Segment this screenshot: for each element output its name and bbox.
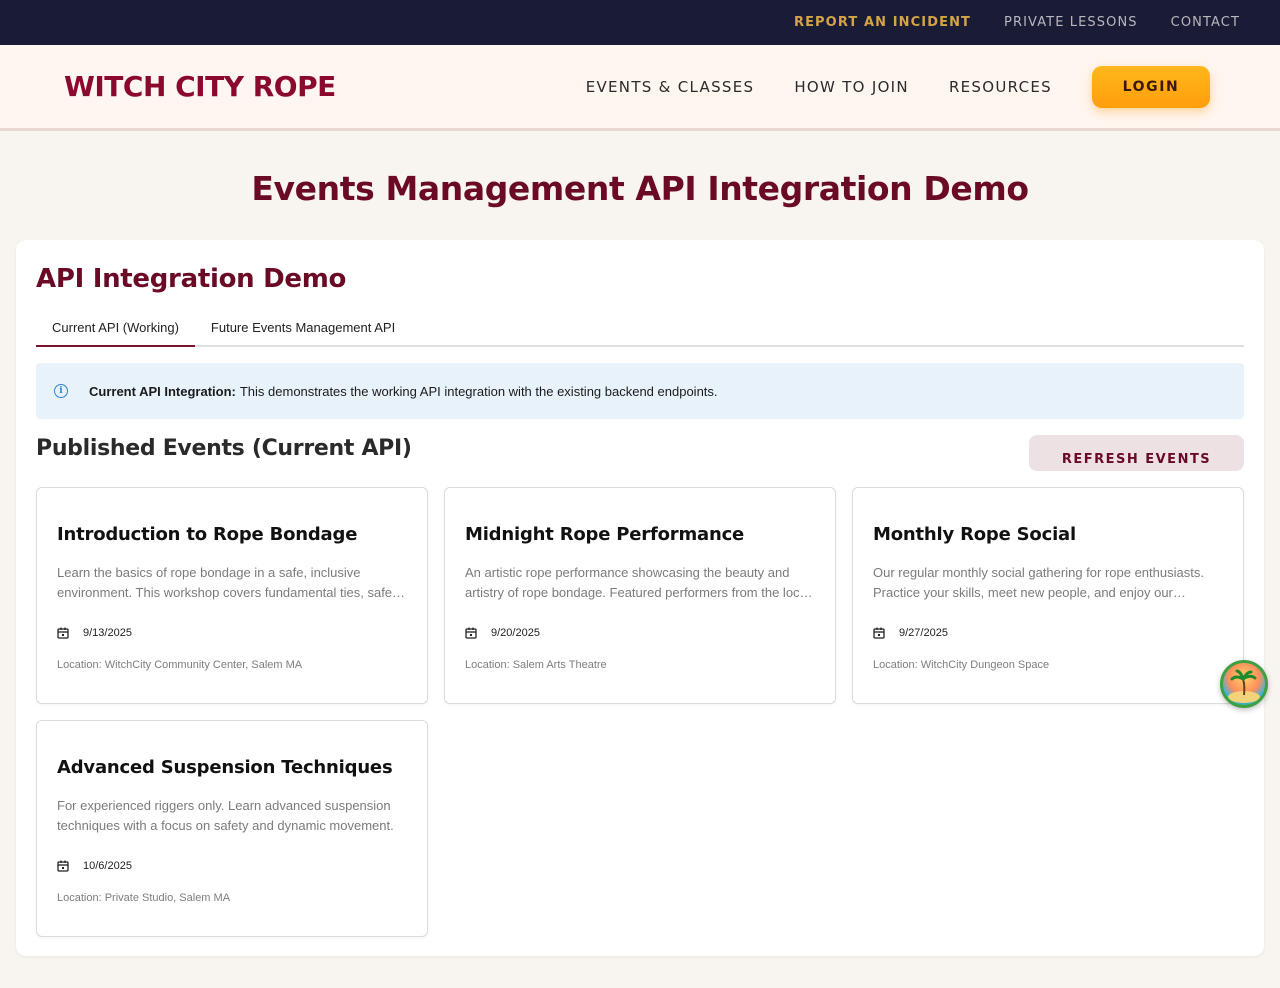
tab-future-api[interactable]: Future Events Management API (195, 314, 411, 347)
refresh-events-label: REFRESH EVENTS (1061, 451, 1212, 467)
alert-text: This demonstrates the working API integr… (239, 383, 718, 399)
event-date: 10/6/2025 (83, 860, 132, 872)
event-location: Location: Salem Arts Theatre (465, 659, 607, 671)
event-date-row: 9/27/2025 (873, 627, 1223, 639)
event-location: Location: WitchCity Dungeon Space (873, 659, 1050, 671)
nav-resources[interactable]: RESOURCES (949, 78, 1052, 96)
demo-title: API Integration Demo (36, 264, 347, 294)
calendar-icon (465, 627, 477, 639)
calendar-icon (57, 860, 69, 872)
event-card[interactable]: Introduction to Rope Bondage Learn the b… (36, 487, 428, 704)
main-header: WITCH CITY ROPE EVENTS & CLASSES HOW TO … (0, 45, 1280, 131)
utility-bar: REPORT AN INCIDENT PRIVATE LESSONS CONTA… (0, 0, 1280, 45)
event-date: 9/27/2025 (899, 627, 948, 639)
nav-events-classes[interactable]: EVENTS & CLASSES (586, 78, 755, 96)
event-title: Monthly Rope Social (873, 524, 1076, 545)
alert-title: Current API Integration: (89, 383, 236, 399)
event-title: Midnight Rope Performance (465, 524, 745, 545)
event-date: 9/13/2025 (83, 627, 132, 639)
event-description: Our regular monthly social gathering for… (873, 565, 1204, 600)
event-location: Location: Private Studio, Salem MA (57, 892, 231, 904)
nav-how-to-join[interactable]: HOW TO JOIN (794, 78, 909, 96)
tab-bar: Current API (Working) Future Events Mana… (36, 314, 1244, 347)
private-lessons-link[interactable]: PRIVATE LESSONS (1004, 15, 1138, 30)
contact-link[interactable]: CONTACT (1171, 15, 1240, 30)
section-title: Published Events (Current API) (36, 436, 412, 461)
event-date-row: 9/20/2025 (465, 627, 815, 639)
event-date-row: 10/6/2025 (57, 860, 407, 872)
info-icon: i (54, 384, 68, 398)
calendar-icon (873, 627, 885, 639)
event-description: For experienced riggers only. Learn adva… (57, 798, 394, 833)
page-title: Events Management API Integration Demo (251, 169, 1029, 208)
event-title: Advanced Suspension Techniques (57, 757, 393, 778)
event-description: Learn the basics of rope bondage in a sa… (57, 565, 405, 600)
event-date-row: 9/13/2025 (57, 627, 407, 639)
login-button[interactable]: LOGIN (1092, 65, 1210, 108)
beach-island-icon[interactable] (1220, 660, 1268, 708)
main-nav: EVENTS & CLASSES HOW TO JOIN RESOURCES L… (586, 65, 1210, 108)
info-alert: i Current API Integration: This demonstr… (36, 363, 1244, 419)
brand-logo[interactable]: WITCH CITY ROPE (64, 70, 336, 103)
event-location: Location: WitchCity Community Center, Sa… (57, 659, 303, 671)
event-title: Introduction to Rope Bondage (57, 524, 358, 545)
refresh-events-button[interactable]: REFRESH EVENTS (1029, 435, 1244, 471)
tab-current-api[interactable]: Current API (Working) (36, 314, 195, 347)
calendar-icon (57, 627, 69, 639)
api-demo-card: API Integration Demo Current API (Workin… (16, 240, 1264, 956)
event-card[interactable]: Advanced Suspension Techniques For exper… (36, 720, 428, 937)
event-date: 9/20/2025 (491, 627, 540, 639)
report-incident-link[interactable]: REPORT AN INCIDENT (794, 15, 971, 30)
event-description: An artistic rope performance showcasing … (465, 565, 810, 600)
event-card[interactable]: Monthly Rope Social Our regular monthly … (852, 487, 1244, 704)
event-card[interactable]: Midnight Rope Performance An artistic ro… (444, 487, 836, 704)
